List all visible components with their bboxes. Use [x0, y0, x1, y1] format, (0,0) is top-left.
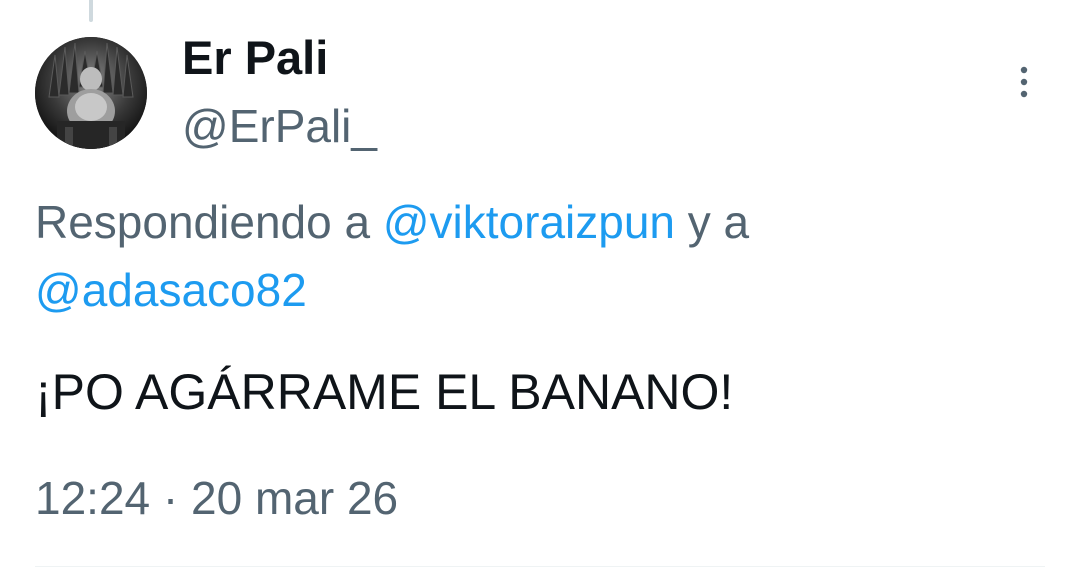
mention-link-adasaco82[interactable]: @adasaco82	[35, 264, 307, 316]
more-options-button[interactable]	[1008, 60, 1040, 104]
tweet-text: ¡PO AGÁRRAME EL BANANO!	[35, 364, 734, 420]
author-handle[interactable]: @ErPali_	[182, 98, 377, 154]
author-display-name[interactable]: Er Pali	[182, 30, 328, 86]
more-vertical-icon	[1020, 66, 1028, 98]
reply-context: Respondiendo a @viktoraizpun y a @adasac…	[35, 188, 1045, 324]
thread-connector-line	[89, 0, 93, 22]
reply-context-prefix: Respondiendo a	[35, 196, 383, 248]
mention-link-viktoraizpun[interactable]: @viktoraizpun	[383, 196, 675, 248]
divider	[35, 566, 1045, 567]
avatar-icon	[35, 37, 147, 149]
avatar[interactable]	[35, 37, 147, 149]
tweet-timestamp[interactable]: 12:24 · 20 mar 26	[35, 468, 398, 528]
reply-context-connector: y a	[675, 196, 750, 248]
